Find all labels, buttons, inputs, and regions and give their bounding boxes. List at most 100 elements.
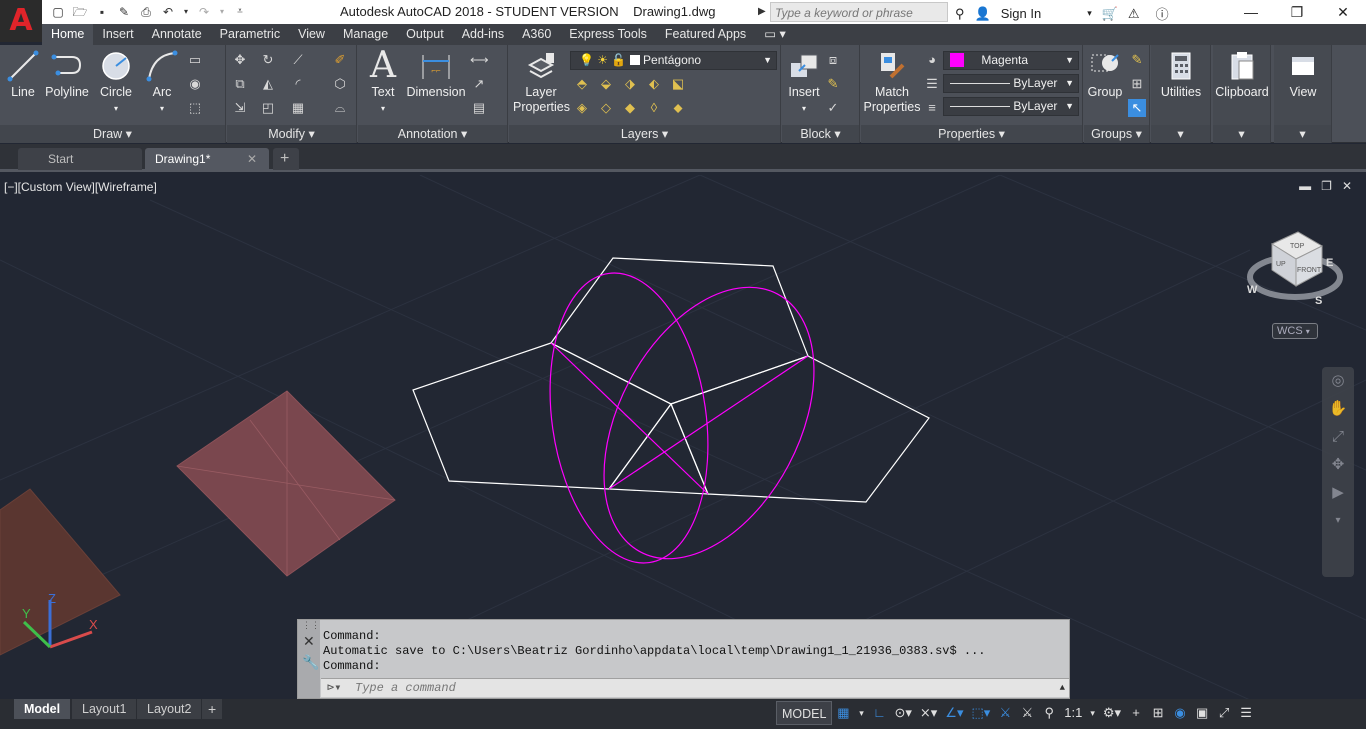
viewport-restore-icon[interactable]: ❐ xyxy=(1321,179,1332,193)
stretch-icon[interactable]: ⇲ xyxy=(231,99,249,117)
cart-icon[interactable]: 🛒 xyxy=(1102,6,1118,22)
ungroup-icon[interactable]: ✎ xyxy=(1128,51,1146,69)
viewport-minimize-icon[interactable]: ▬ xyxy=(1299,179,1311,193)
pan-icon[interactable]: ✋ xyxy=(1322,395,1354,423)
fillet-icon[interactable]: ◜ xyxy=(289,75,307,93)
redo-icon[interactable]: ↷ xyxy=(196,4,212,20)
mirror-icon[interactable]: ◭ xyxy=(259,75,277,93)
utilities-dropdown-icon[interactable]: ▾ xyxy=(1151,125,1210,143)
snap-icon[interactable]: ▾ xyxy=(854,701,868,725)
layout2-tab[interactable]: Layout2 xyxy=(137,699,202,719)
print-icon[interactable]: ⎙ xyxy=(138,4,154,20)
color-wheel-icon[interactable]: ◕ xyxy=(923,51,941,69)
annotation-scale-value[interactable]: 1:1 xyxy=(1060,701,1086,725)
view-button[interactable]: View xyxy=(1274,49,1332,100)
orbit-icon[interactable]: ✥ xyxy=(1322,451,1354,479)
create-block-icon[interactable]: ⧈ xyxy=(824,51,842,69)
insert-button[interactable]: Insert ▾ xyxy=(784,49,824,116)
help-icon[interactable]: ⓘ xyxy=(1156,4,1169,23)
tab-add-ins[interactable]: Add-ins xyxy=(453,24,513,45)
text-dropdown-icon[interactable]: ▾ xyxy=(381,104,385,113)
new-tab-button[interactable]: + xyxy=(273,148,299,170)
annotation-visibility-icon[interactable]: ⚔ xyxy=(994,701,1016,725)
view-dropdown-icon[interactable]: ▾ xyxy=(1274,125,1331,143)
undo-dropdown-icon[interactable]: ▾ xyxy=(182,4,190,20)
boundary-icon[interactable]: ⬚ xyxy=(186,99,204,117)
arc-dropdown-icon[interactable]: ▾ xyxy=(160,104,164,113)
dimension-button[interactable]: ⌐⌐ Dimension xyxy=(406,49,466,100)
insert-dropdown-icon[interactable]: ▾ xyxy=(802,104,806,113)
zoom-extents-icon[interactable]: ⤢ xyxy=(1322,423,1354,451)
ortho-icon[interactable]: ∟ xyxy=(868,701,890,725)
lineweight-icon[interactable]: ≡ xyxy=(923,99,941,117)
annotation-scale-icon[interactable]: ⚲ xyxy=(1038,701,1060,725)
red-shaded-solid[interactable] xyxy=(176,390,396,577)
rotate-icon[interactable]: ↻ xyxy=(259,51,277,69)
command-close-icon[interactable]: ✕ xyxy=(303,633,315,650)
offset-icon[interactable]: ⌓ xyxy=(331,99,349,117)
layer-tool-7-icon[interactable]: ◇ xyxy=(597,99,615,117)
wcs-menu[interactable]: WCS ▾ xyxy=(1272,323,1318,339)
undo-icon[interactable]: ↶ xyxy=(160,4,176,20)
search-input[interactable]: Type a keyword or phrase xyxy=(770,2,948,22)
tab-manage[interactable]: Manage xyxy=(334,24,397,45)
tab-home[interactable]: Home xyxy=(42,24,94,45)
tab-a360[interactable]: A360 xyxy=(513,24,560,45)
customize-qat-icon[interactable]: ⩡ xyxy=(232,4,248,20)
scale-icon[interactable]: ◰ xyxy=(259,99,277,117)
clipboard-dropdown-icon[interactable]: ▾ xyxy=(1213,125,1270,143)
polyline-button[interactable]: Polyline xyxy=(44,49,90,100)
match-properties-button[interactable]: Match Properties xyxy=(863,49,921,115)
steering-wheel-icon[interactable]: ◎ xyxy=(1322,367,1354,395)
pentagon-wireframe[interactable] xyxy=(412,257,930,503)
linetype-icon[interactable]: ☰ xyxy=(923,75,941,93)
polar-icon[interactable]: ⊙▾ xyxy=(890,701,915,725)
grid-icon[interactable]: ▦ xyxy=(832,701,854,725)
exchange-icon[interactable]: ⚠ xyxy=(1128,6,1140,22)
arc-button[interactable]: Arc ▾ xyxy=(144,49,180,116)
layer-tool-1-icon[interactable]: ⬘ xyxy=(573,75,591,93)
command-grip-icon[interactable]: ⋮⋮ xyxy=(302,620,320,631)
tab-parametric[interactable]: Parametric xyxy=(211,24,289,45)
leader-icon[interactable]: ↗ xyxy=(470,75,488,93)
start-tab[interactable]: Start xyxy=(18,148,142,170)
model-space-button[interactable]: MODEL xyxy=(776,701,833,725)
application-menu-button[interactable]: A xyxy=(0,0,42,42)
viewport-close-icon[interactable]: ✕ xyxy=(1342,179,1352,193)
brown-shaded-solid[interactable] xyxy=(0,488,121,656)
save-as-icon[interactable]: ✎ xyxy=(116,4,132,20)
clean-screen-icon[interactable]: ⤢ xyxy=(1213,701,1235,725)
tab-output[interactable]: Output xyxy=(397,24,453,45)
signin-dropdown-icon[interactable]: ▾ xyxy=(1087,8,1092,19)
search-expand-icon[interactable]: ▶ xyxy=(758,3,768,21)
copy-icon[interactable]: ⧉ xyxy=(231,75,249,93)
maximize-icon[interactable]: ❐ xyxy=(1274,0,1320,24)
open-file-icon[interactable]: 🗁 xyxy=(72,4,88,20)
new-file-icon[interactable]: ▢ xyxy=(50,4,66,20)
utilities-button[interactable]: Utilities xyxy=(1153,49,1209,100)
binoculars-icon[interactable]: ⚲ xyxy=(955,6,965,22)
isolate-objects-icon[interactable]: ◉ xyxy=(1169,701,1191,725)
close-icon[interactable]: ✕ xyxy=(1320,0,1366,24)
group-edit-icon[interactable]: ⊞ xyxy=(1128,75,1146,93)
linear-dim-icon[interactable]: ⟷ xyxy=(470,51,489,69)
tab-insert[interactable]: Insert xyxy=(93,24,142,45)
drawing-tab[interactable]: Drawing1* ✕ xyxy=(145,148,269,170)
hatch-icon[interactable]: ◉ xyxy=(186,75,204,93)
move-icon[interactable]: ✥ xyxy=(231,51,249,69)
layer-tool-8-icon[interactable]: ◆ xyxy=(621,99,639,117)
tab-featured-apps[interactable]: Featured Apps xyxy=(656,24,755,45)
trim-icon[interactable]: ⟋ xyxy=(289,51,307,69)
customization-icon[interactable]: ☰ xyxy=(1235,701,1257,725)
annotation-monitor-icon[interactable]: + xyxy=(1125,701,1147,725)
ribbon-minimize-icon[interactable]: ▭ ▾ xyxy=(755,24,795,45)
autoscale-icon[interactable]: ⚔ xyxy=(1016,701,1038,725)
units-icon[interactable]: ⊞ xyxy=(1147,701,1169,725)
command-input[interactable]: ⊳▾ Type a command ▲ xyxy=(321,678,1069,697)
explode-icon[interactable]: ⬡ xyxy=(331,75,349,93)
group-select-icon[interactable]: ↖ xyxy=(1128,99,1146,117)
array-icon[interactable]: ▦ xyxy=(289,99,307,117)
3d-osnap-icon[interactable]: ∠▾ xyxy=(941,701,967,725)
workspace-icon[interactable]: ⚙▾ xyxy=(1099,701,1125,725)
tab-annotate[interactable]: Annotate xyxy=(143,24,211,45)
